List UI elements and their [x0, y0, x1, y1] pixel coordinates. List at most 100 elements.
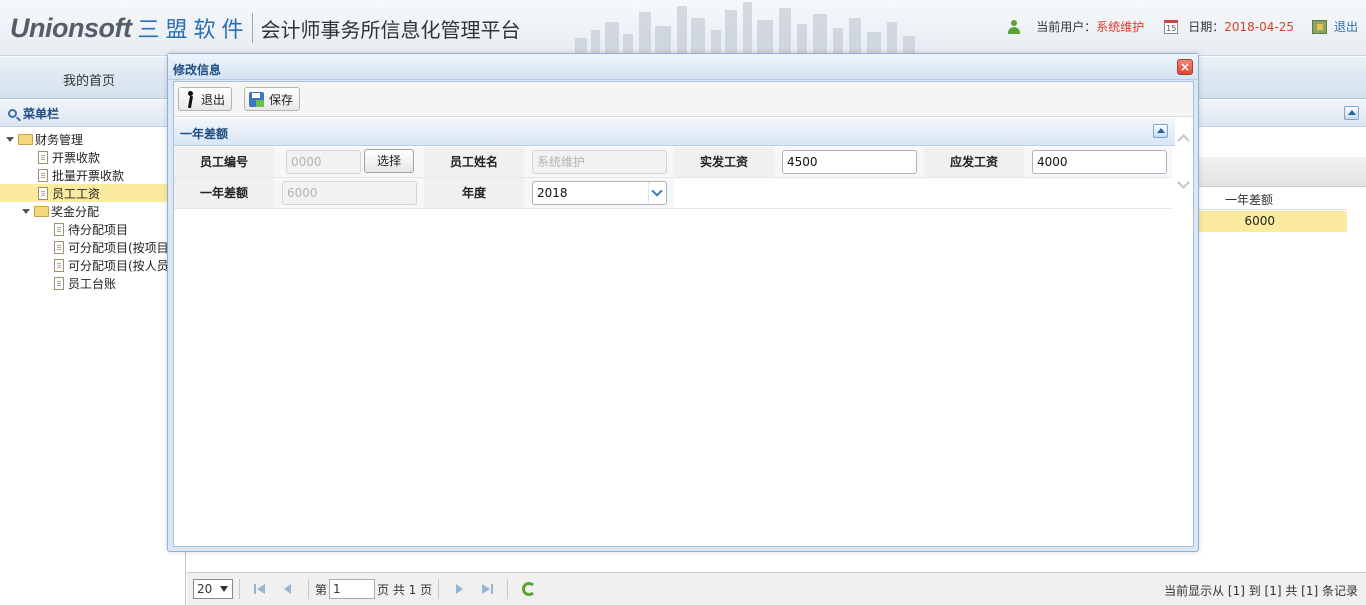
page-size-select[interactable]: 20 — [193, 579, 233, 599]
chevron-up-icon[interactable] — [1177, 134, 1190, 147]
logo-cn: 三盟软件 — [137, 18, 250, 43]
annual-diff-input: 6000 — [282, 181, 417, 205]
chevron-down-icon[interactable] — [648, 182, 666, 204]
pager-divider — [308, 579, 309, 599]
logo-brand: Unionsoft — [10, 12, 132, 43]
tree-item-bonus[interactable]: 奖金分配 — [0, 202, 186, 220]
user-icon — [1008, 19, 1021, 34]
pagination-bar: 20 第 1 页 共 1 页 当前显示从 [1] 到 [1] 共 [1] 条记录 — [187, 572, 1366, 605]
close-icon[interactable]: × — [1177, 59, 1193, 75]
edit-dialog: 修改信息 × 退出 保存 一年差额 员工编号 0000 选择 员工姓名 系统维护… — [167, 53, 1199, 552]
dialog-titlebar: 修改信息 × — [168, 54, 1198, 80]
page-prefix: 第 — [315, 582, 328, 597]
folder-icon — [18, 133, 33, 145]
search-icon — [8, 108, 17, 118]
last-page-icon[interactable] — [480, 582, 494, 596]
app-header: Unionsoft 三盟软件 会计师事务所信息化管理平台 当前用户： 系统维护 … — [0, 0, 1366, 56]
pager-status: 当前显示从 [1] 到 [1] 共 [1] 条记录 — [1164, 584, 1358, 598]
grid-column-header[interactable]: 一年差额 — [1199, 190, 1347, 210]
page-number-input[interactable]: 1 — [329, 579, 376, 599]
document-icon — [54, 240, 64, 254]
tree-item-label: 奖金分配 — [51, 204, 100, 219]
sidebar-title: 菜单栏 — [0, 100, 185, 127]
tree-item-label: 开票收款 — [52, 150, 101, 165]
document-icon — [38, 186, 48, 200]
section-title: 一年差额 — [180, 127, 229, 141]
form-row: 员工编号 0000 选择 员工姓名 系统维护 实发工资 4500 应发工资 40… — [174, 147, 1172, 178]
first-page-icon[interactable] — [253, 582, 267, 596]
next-page-icon[interactable] — [452, 582, 466, 596]
tree-item-label: 待分配项目 — [68, 222, 129, 237]
tree-item-label: 可分配项目(按项目 — [68, 240, 169, 255]
page-suffix: 页 共 1 页 — [377, 582, 433, 597]
due-salary-input[interactable]: 4000 — [1032, 150, 1167, 174]
tree-item-invoice[interactable]: 开票收款 — [0, 148, 186, 166]
nav-home-tab[interactable]: 我的首页 — [63, 70, 115, 89]
employee-name-input: 系统维护 — [532, 150, 667, 174]
calendar-icon: 15 — [1164, 19, 1179, 34]
tree-item-salary[interactable]: 员工工资 — [0, 184, 186, 202]
date-label: 日期： — [1188, 20, 1225, 34]
pager-divider — [438, 579, 440, 599]
tree-item-pending[interactable]: 待分配项目 — [0, 220, 186, 238]
employee-name-label: 员工姓名 — [424, 147, 524, 177]
select-employee-button[interactable]: 选择 — [364, 149, 414, 173]
refresh-icon[interactable] — [522, 582, 537, 596]
actual-salary-input[interactable]: 4500 — [782, 150, 917, 174]
current-date: 2018-04-25 — [1224, 19, 1294, 34]
header-info: 当前用户： 系统维护 15 日期： 2018-04-25 退出 — [1008, 18, 1358, 35]
tree-item-label: 批量开票收款 — [52, 168, 125, 183]
collapse-icon[interactable] — [1153, 124, 1168, 138]
document-icon — [38, 150, 48, 164]
app-logo: Unionsoft 三盟软件 会计师事务所信息化管理平台 — [10, 12, 521, 44]
chevron-down-icon[interactable] — [1177, 176, 1190, 189]
sidebar: 菜单栏 财务管理 开票收款 批量开票收款 员工工资 奖金分配 待分配项目 可分配… — [0, 100, 186, 605]
employee-no-input: 0000 — [286, 150, 361, 174]
annual-diff-label: 一年差额 — [174, 178, 274, 208]
form-row: 一年差额 6000 年度 2018 — [174, 178, 1172, 209]
tree-item-batch-invoice[interactable]: 批量开票收款 — [0, 166, 186, 184]
save-icon — [249, 91, 264, 107]
save-button[interactable]: 保存 — [244, 87, 301, 111]
tree-item-label: 员工台账 — [68, 276, 117, 291]
tree-item-label: 员工工资 — [52, 186, 101, 201]
logout-link[interactable]: 退出 — [1334, 18, 1358, 35]
pager-divider — [507, 579, 509, 599]
form-section-header: 一年差额 — [174, 118, 1175, 146]
prev-page-icon[interactable] — [281, 582, 295, 596]
due-salary-label: 应发工资 — [924, 147, 1024, 177]
platform-title: 会计师事务所信息化管理平台 — [260, 17, 521, 42]
logo-divider — [251, 13, 253, 43]
pager-divider — [239, 579, 240, 599]
form-scroll-arrows[interactable] — [1176, 118, 1193, 194]
year-select[interactable]: 2018 — [532, 181, 667, 205]
document-icon — [38, 168, 48, 182]
grid-toolbar — [1199, 157, 1366, 187]
content-panel-header — [1199, 100, 1366, 127]
tree-item-ledger[interactable]: 员工台账 — [0, 274, 186, 292]
exit-button[interactable]: 退出 — [178, 87, 233, 111]
current-user: 系统维护 — [1096, 20, 1145, 34]
tree-item-by-project[interactable]: 可分配项目(按项目 — [0, 238, 186, 256]
expand-toggle-icon[interactable] — [6, 136, 14, 142]
sidebar-title-text: 菜单栏 — [23, 106, 60, 121]
save-button-label: 保存 — [269, 92, 294, 107]
tree-item-finance[interactable]: 财务管理 — [0, 130, 186, 148]
collapse-icon[interactable] — [1344, 106, 1359, 120]
document-icon — [54, 276, 64, 290]
walking-man-icon — [183, 90, 197, 108]
logout-icon[interactable] — [1311, 19, 1327, 34]
employee-no-label: 员工编号 — [174, 147, 274, 177]
grid-cell[interactable]: 6000 — [1199, 211, 1347, 232]
document-icon — [54, 258, 64, 272]
year-label: 年度 — [424, 178, 524, 208]
folder-icon — [34, 205, 49, 217]
year-select-value: 2018 — [537, 186, 568, 200]
tree-item-by-person[interactable]: 可分配项目(按人员 — [0, 256, 186, 274]
document-icon — [54, 222, 64, 236]
expand-toggle-icon[interactable] — [22, 208, 30, 214]
skyline-decoration — [575, 2, 915, 55]
current-user-label: 当前用户： — [1036, 20, 1097, 34]
menu-tree: 财务管理 开票收款 批量开票收款 员工工资 奖金分配 待分配项目 可分配项目(按… — [0, 130, 186, 292]
exit-button-label: 退出 — [201, 92, 226, 107]
